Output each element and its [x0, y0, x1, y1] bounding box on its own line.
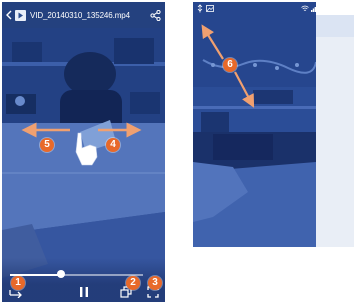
play-icon	[15, 9, 26, 21]
side-panel	[316, 15, 354, 247]
back-icon[interactable]	[5, 10, 13, 20]
video-top-bar: VID_20140310_135246.mp4	[2, 2, 165, 28]
video-file-name: VID_20140310_135246.mp4	[30, 10, 131, 20]
status-bar: 13:54	[193, 2, 354, 15]
callout-6: 6	[223, 58, 237, 72]
battery-icon	[320, 5, 330, 12]
status-clock: 13:54	[331, 4, 352, 13]
share-icon[interactable]	[150, 10, 161, 21]
wifi-icon	[301, 5, 309, 11]
swipe-up-arrow	[201, 24, 224, 60]
gesture-overlay	[21, 122, 142, 166]
signal-icon	[310, 5, 318, 12]
seek-thumb[interactable]	[56, 270, 65, 278]
video-player-screen: VID_20140310_135246.mp4 1 2 3 4 5	[2, 2, 165, 302]
side-panel-header	[316, 15, 354, 37]
pause-icon[interactable]	[78, 286, 90, 298]
callout-4: 4	[106, 138, 120, 152]
swipe-down-arrow	[234, 71, 255, 108]
video-controls	[2, 258, 165, 302]
callout-3: 3	[148, 276, 162, 290]
gesture-overlay-right	[201, 24, 255, 108]
video-frame-right[interactable]	[193, 2, 316, 247]
seek-bar[interactable]	[10, 270, 143, 278]
brightness-volume-screen: 13:54 6	[193, 2, 354, 302]
usb-icon	[197, 4, 203, 13]
callout-2: 2	[126, 276, 140, 290]
hand-gesture-icon	[75, 132, 98, 166]
callout-1: 1	[11, 276, 25, 290]
callout-5: 5	[40, 138, 54, 152]
image-icon	[206, 5, 214, 12]
